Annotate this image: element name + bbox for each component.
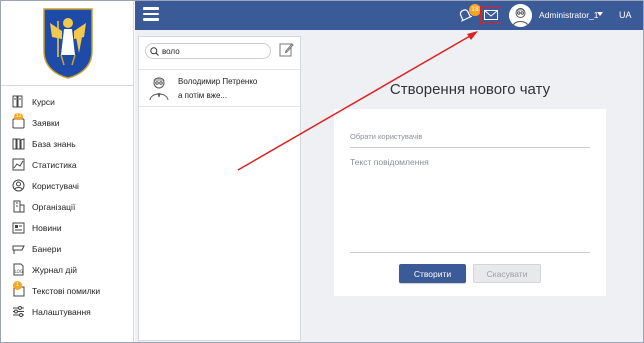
search-input[interactable] bbox=[162, 46, 262, 56]
users-icon bbox=[11, 179, 25, 193]
text-errors-icon: 1 bbox=[11, 280, 25, 298]
new-chat-form: Обрати користувачів Текст повідомлення С… bbox=[334, 109, 606, 296]
sidebar-nav: Курси 32 Заявки База знань Статистика Ко… bbox=[1, 91, 134, 322]
sidebar-item-requests[interactable]: 32 Заявки bbox=[1, 112, 134, 133]
sidebar-item-settings[interactable]: Налаштування bbox=[1, 301, 134, 322]
sidebar-item-users[interactable]: Користувачі bbox=[1, 175, 134, 196]
organizations-icon bbox=[11, 200, 25, 214]
sidebar-item-text-errors[interactable]: 1 Текстові помилки bbox=[1, 280, 134, 301]
sidebar-item-label: Курси bbox=[32, 96, 55, 107]
sidebar-item-action-log[interactable]: LOG Журнал дій bbox=[1, 259, 134, 280]
sidebar-item-news[interactable]: Новини bbox=[1, 217, 134, 238]
cancel-button[interactable]: Скасувати bbox=[473, 264, 541, 283]
admin-name[interactable]: Administrator_1 bbox=[539, 10, 599, 20]
requests-icon: 32 bbox=[11, 112, 25, 130]
avatar[interactable] bbox=[509, 4, 532, 27]
sidebar-item-label: Новини bbox=[32, 222, 62, 233]
sidebar-item-label: База знань bbox=[32, 138, 76, 149]
banners-icon bbox=[11, 242, 25, 256]
sidebar-item-label: Текстові помилки bbox=[32, 285, 101, 296]
sidebar-item-statistics[interactable]: Статистика bbox=[1, 154, 134, 175]
chat-contact-name: Володимир Петренко bbox=[178, 77, 258, 86]
chat-list-item[interactable]: Володимир Петренко а потім вже... bbox=[139, 69, 300, 107]
message-field[interactable]: Текст повідомлення bbox=[350, 157, 590, 253]
search-box[interactable] bbox=[145, 43, 271, 59]
page-title: Створення нового чату bbox=[389, 81, 551, 98]
chevron-down-icon[interactable] bbox=[597, 12, 603, 16]
chat-list-panel: Володимир Петренко а потім вже... bbox=[138, 36, 301, 341]
action-log-icon: LOG bbox=[11, 263, 25, 277]
language-selector[interactable]: UA bbox=[619, 10, 632, 20]
sidebar-item-label: Заявки bbox=[32, 117, 60, 128]
search-icon bbox=[150, 46, 159, 56]
sidebar-item-label: Статистика bbox=[32, 159, 77, 170]
text-errors-badge: 1 bbox=[13, 280, 22, 290]
statistics-icon bbox=[11, 158, 25, 172]
courses-icon bbox=[11, 95, 25, 109]
sidebar: Курси 32 Заявки База знань Статистика Ко… bbox=[1, 1, 134, 342]
sidebar-item-label: Налаштування bbox=[32, 306, 91, 317]
sidebar-item-organizations[interactable]: Організації bbox=[1, 196, 134, 217]
svg-text:LOG: LOG bbox=[14, 269, 22, 274]
user-select-field[interactable]: Обрати користувачів bbox=[350, 128, 590, 148]
kyiv-coat-of-arms-logo bbox=[42, 8, 93, 79]
knowledge-base-icon bbox=[11, 137, 25, 151]
settings-icon bbox=[11, 305, 25, 319]
sidebar-item-label: Користувачі bbox=[32, 180, 79, 191]
create-button[interactable]: Створити bbox=[399, 264, 466, 283]
requests-badge: 32 bbox=[14, 112, 23, 120]
logo bbox=[1, 1, 134, 86]
sidebar-item-label: Організації bbox=[32, 201, 76, 212]
chat-last-message: а потім вже... bbox=[178, 91, 228, 100]
sidebar-item-courses[interactable]: Курси bbox=[1, 91, 134, 112]
menu-icon[interactable] bbox=[143, 7, 159, 23]
compose-icon[interactable] bbox=[279, 42, 295, 58]
sidebar-item-banners[interactable]: Банери bbox=[1, 238, 134, 259]
mail-icon[interactable] bbox=[480, 6, 502, 24]
avatar bbox=[147, 75, 171, 101]
top-bar: 18 Administrator_1 UA bbox=[135, 1, 643, 30]
sidebar-item-knowledge-base[interactable]: База знань bbox=[1, 133, 134, 154]
sidebar-item-label: Банери bbox=[32, 243, 62, 254]
sidebar-item-label: Журнал дій bbox=[32, 264, 77, 275]
news-icon bbox=[11, 221, 25, 235]
